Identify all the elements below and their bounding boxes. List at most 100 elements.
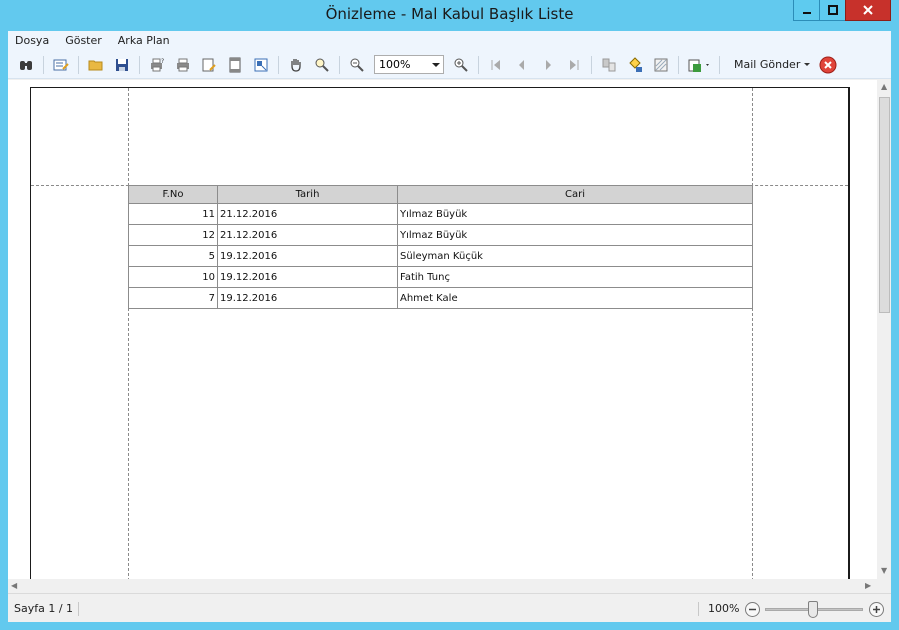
cell-cari: Ahmet Kale [397, 287, 753, 309]
last-page-button[interactable] [562, 53, 586, 77]
column-header-cari: Cari [397, 185, 753, 204]
print-dialog-button[interactable]: ? [145, 53, 169, 77]
hand-tool-button[interactable] [284, 53, 308, 77]
toolbar-separator [591, 55, 592, 74]
maximize-button[interactable] [819, 0, 846, 21]
scroll-right-icon[interactable]: ▶ [865, 581, 871, 590]
first-page-icon [491, 59, 500, 70]
menu-bar: Dosya Göster Arka Plan [8, 31, 891, 51]
next-page-button[interactable] [536, 53, 560, 77]
toolbar-separator [719, 55, 720, 74]
zoom-in-button[interactable] [449, 53, 473, 77]
toolbar-separator [78, 55, 79, 74]
table-header-row: F.No Tarih Cari [128, 185, 753, 204]
magnifier-button[interactable] [310, 53, 334, 77]
paint-bucket-icon [629, 56, 642, 72]
report-table: F.No Tarih Cari 11 21.12.2016 Yılmaz Büy… [128, 185, 753, 309]
background-color-button[interactable] [623, 53, 647, 77]
close-button[interactable] [845, 0, 891, 21]
cell-tarih: 21.12.2016 [217, 224, 398, 246]
page-setup-button[interactable] [197, 53, 221, 77]
customize-button[interactable] [49, 53, 73, 77]
scale-button[interactable] [249, 53, 273, 77]
menu-dosya[interactable]: Dosya [8, 31, 57, 51]
multiple-pages-button[interactable] [597, 53, 621, 77]
cell-fno: 11 [128, 203, 218, 225]
vertical-scroll-thumb[interactable] [879, 97, 890, 313]
watermark-icon [654, 58, 668, 71]
cell-tarih: 21.12.2016 [217, 203, 398, 225]
binoculars-icon [20, 60, 32, 70]
toolbar-separator [43, 55, 44, 74]
save-icon [116, 58, 128, 71]
zoom-out-button[interactable] [345, 53, 369, 77]
zoom-in-icon [454, 58, 468, 72]
folder-open-icon [88, 60, 103, 70]
printer-icon [177, 58, 189, 71]
menu-goster[interactable]: Göster [57, 31, 110, 51]
save-button[interactable] [110, 53, 134, 77]
scroll-up-icon[interactable]: ▲ [881, 82, 887, 91]
table-row: 5 19.12.2016 Süleyman Küçük [128, 245, 753, 267]
svg-text:?: ? [161, 58, 164, 65]
find-button[interactable] [14, 53, 38, 77]
preview-viewport[interactable]: F.No Tarih Cari 11 21.12.2016 Yılmaz Büy… [8, 80, 877, 579]
preview-window: Önizleme - Mal Kabul Başlık Liste Dosya … [0, 0, 899, 630]
zoom-combo[interactable]: 100% [374, 55, 444, 74]
zoom-slider-minus-button[interactable] [745, 602, 760, 617]
cell-fno: 10 [128, 266, 218, 288]
document-edit-icon [53, 59, 69, 70]
left-margin-line [128, 88, 129, 579]
horizontal-scrollbar[interactable]: ◀ ▶ [8, 579, 877, 593]
scroll-left-icon[interactable]: ◀ [11, 581, 17, 590]
open-button[interactable] [84, 53, 108, 77]
scroll-down-icon[interactable]: ▼ [881, 566, 887, 575]
cell-fno: 7 [128, 287, 218, 309]
menu-arka-plan[interactable]: Arka Plan [110, 31, 178, 51]
mail-send-button[interactable]: Mail Gönder [730, 58, 815, 71]
watermark-button[interactable] [649, 53, 673, 77]
previous-page-button[interactable] [510, 53, 534, 77]
header-footer-button[interactable] [223, 53, 247, 77]
zoom-slider-plus-button[interactable] [869, 602, 884, 617]
magnifier-icon [315, 58, 329, 72]
previous-page-icon [519, 59, 524, 70]
vertical-scrollbar[interactable]: ▲ ▼ [877, 80, 891, 579]
chevron-down-icon [432, 62, 440, 67]
client-area: Dosya Göster Arka Plan ? 100% Mail Gönde… [8, 31, 891, 622]
cell-tarih: 19.12.2016 [217, 266, 398, 288]
minimize-icon [802, 12, 811, 14]
scrollbar-corner [877, 579, 891, 593]
printer-options-icon: ? [151, 58, 164, 71]
toolbar: ? 100% Mail Gönder [8, 51, 891, 79]
close-circle-icon [819, 56, 837, 73]
title-bar[interactable]: Önizleme - Mal Kabul Başlık Liste [0, 0, 899, 31]
cell-cari: Süleyman Küçük [397, 245, 753, 267]
quick-print-button[interactable] [171, 53, 195, 77]
status-separator [78, 602, 79, 616]
toolbar-separator [278, 55, 279, 74]
toolbar-separator [678, 55, 679, 74]
toolbar-separator [339, 55, 340, 74]
cell-tarih: 19.12.2016 [217, 287, 398, 309]
export-button[interactable] [684, 53, 714, 77]
status-bar: Sayfa 1 / 1 100% [8, 593, 891, 622]
column-header-tarih: Tarih [217, 185, 398, 204]
zoom-combo-value: 100% [379, 58, 411, 71]
toolbar-separator [139, 55, 140, 74]
table-row: 10 19.12.2016 Fatih Tunç [128, 266, 753, 288]
table-row: 12 21.12.2016 Yılmaz Büyük [128, 224, 753, 246]
scale-icon [254, 58, 268, 71]
close-preview-button[interactable] [816, 53, 840, 77]
column-header-fno: F.No [128, 185, 218, 204]
export-icon [688, 59, 709, 72]
first-page-button[interactable] [484, 53, 508, 77]
plus-icon [873, 606, 880, 613]
cell-cari: Yılmaz Büyük [397, 224, 753, 246]
page-setup-icon [202, 58, 216, 71]
right-margin-line [752, 88, 753, 579]
zoom-slider-thumb[interactable] [808, 601, 818, 618]
next-page-icon [546, 59, 551, 70]
minimize-button[interactable] [793, 0, 820, 21]
multiple-pages-icon [602, 58, 616, 71]
